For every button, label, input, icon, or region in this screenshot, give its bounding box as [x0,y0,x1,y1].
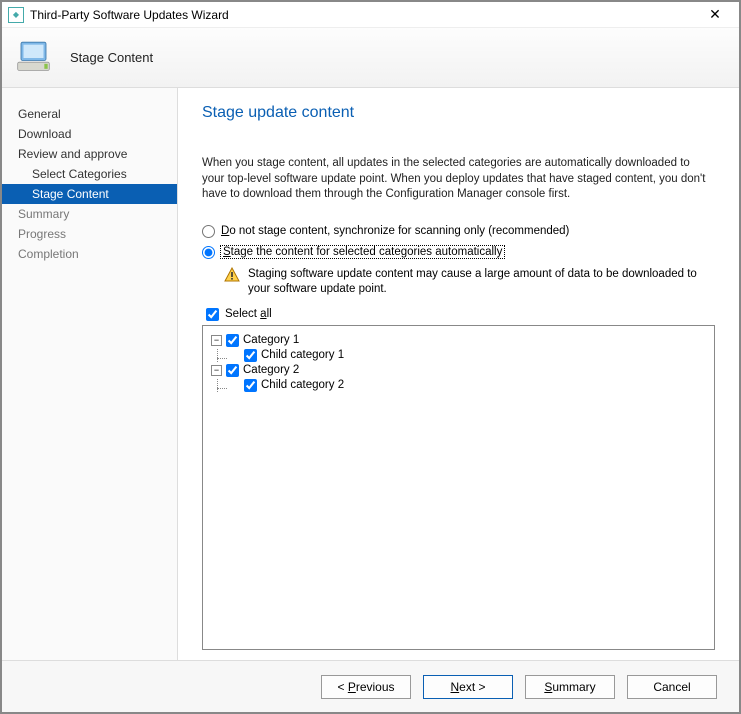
sidebar-item-review[interactable]: Review and approve [2,144,177,164]
header-band: Stage Content [2,28,739,88]
category-tree[interactable]: − Category 1 Child category 1 [202,325,715,650]
tree-node-child-category-1[interactable]: Child category 1 [229,349,710,362]
sidebar-item-stage-content[interactable]: Stage Content [2,184,177,204]
intro-text: When you stage content, all updates in t… [202,156,715,203]
tree-node-category-1[interactable]: − Category 1 [211,334,710,347]
page-title: Stage update content [202,104,715,122]
summary-button[interactable]: Summary [525,675,615,699]
radio-do-not-stage[interactable] [202,225,215,238]
sidebar-item-download[interactable]: Download [2,124,177,144]
tree-label: Child category 1 [261,349,344,361]
sidebar-item-progress[interactable]: Progress [2,224,177,244]
previous-button[interactable]: < Previous [321,675,411,699]
next-button[interactable]: Next > [423,675,513,699]
radio-stage-selected-label: Stage the content for selected categorie… [221,246,504,258]
tree-checkbox[interactable] [226,334,239,347]
footer: < Previous Next > Summary Cancel [2,660,739,712]
sidebar-item-summary[interactable]: Summary [2,204,177,224]
tree-label: Child category 2 [261,379,344,391]
tree-label: Category 1 [243,334,299,346]
window-title: Third-Party Software Updates Wizard [30,8,695,22]
sidebar-item-select-categories[interactable]: Select Categories [2,164,177,184]
radio-do-not-stage-row[interactable]: Do not stage content, synchronize for sc… [202,225,715,238]
computer-icon [16,40,56,76]
select-all-checkbox[interactable] [206,308,219,321]
tree-node-category-2[interactable]: − Category 2 [211,364,710,377]
expander-icon[interactable]: − [211,335,222,346]
select-all-row[interactable]: Select all [206,308,715,321]
expander-spacer [229,350,240,361]
warning-row: Staging software update content may caus… [224,267,715,298]
expander-icon[interactable]: − [211,365,222,376]
body: General Download Review and approve Sele… [2,88,739,660]
sidebar-item-general[interactable]: General [2,104,177,124]
radio-stage-selected[interactable] [202,246,215,259]
radio-stage-selected-row[interactable]: Stage the content for selected categorie… [202,246,715,259]
tree-checkbox[interactable] [226,364,239,377]
warning-text: Staging software update content may caus… [248,267,715,298]
radio-do-not-stage-label: Do not stage content, synchronize for sc… [221,225,569,237]
expander-spacer [229,380,240,391]
select-all-label: Select all [225,308,272,320]
tree-node-child-category-2[interactable]: Child category 2 [229,379,710,392]
tree-checkbox[interactable] [244,349,257,362]
tree-label: Category 2 [243,364,299,376]
main-pane: Stage update content When you stage cont… [178,88,739,660]
app-icon: ◆ [8,7,24,23]
title-bar: ◆ Third-Party Software Updates Wizard ✕ [2,2,739,28]
warning-icon [224,267,240,283]
close-button[interactable]: ✕ [695,4,735,26]
header-subtitle: Stage Content [70,50,153,65]
cancel-button[interactable]: Cancel [627,675,717,699]
tree-checkbox[interactable] [244,379,257,392]
sidebar: General Download Review and approve Sele… [2,88,178,660]
sidebar-item-completion[interactable]: Completion [2,244,177,264]
